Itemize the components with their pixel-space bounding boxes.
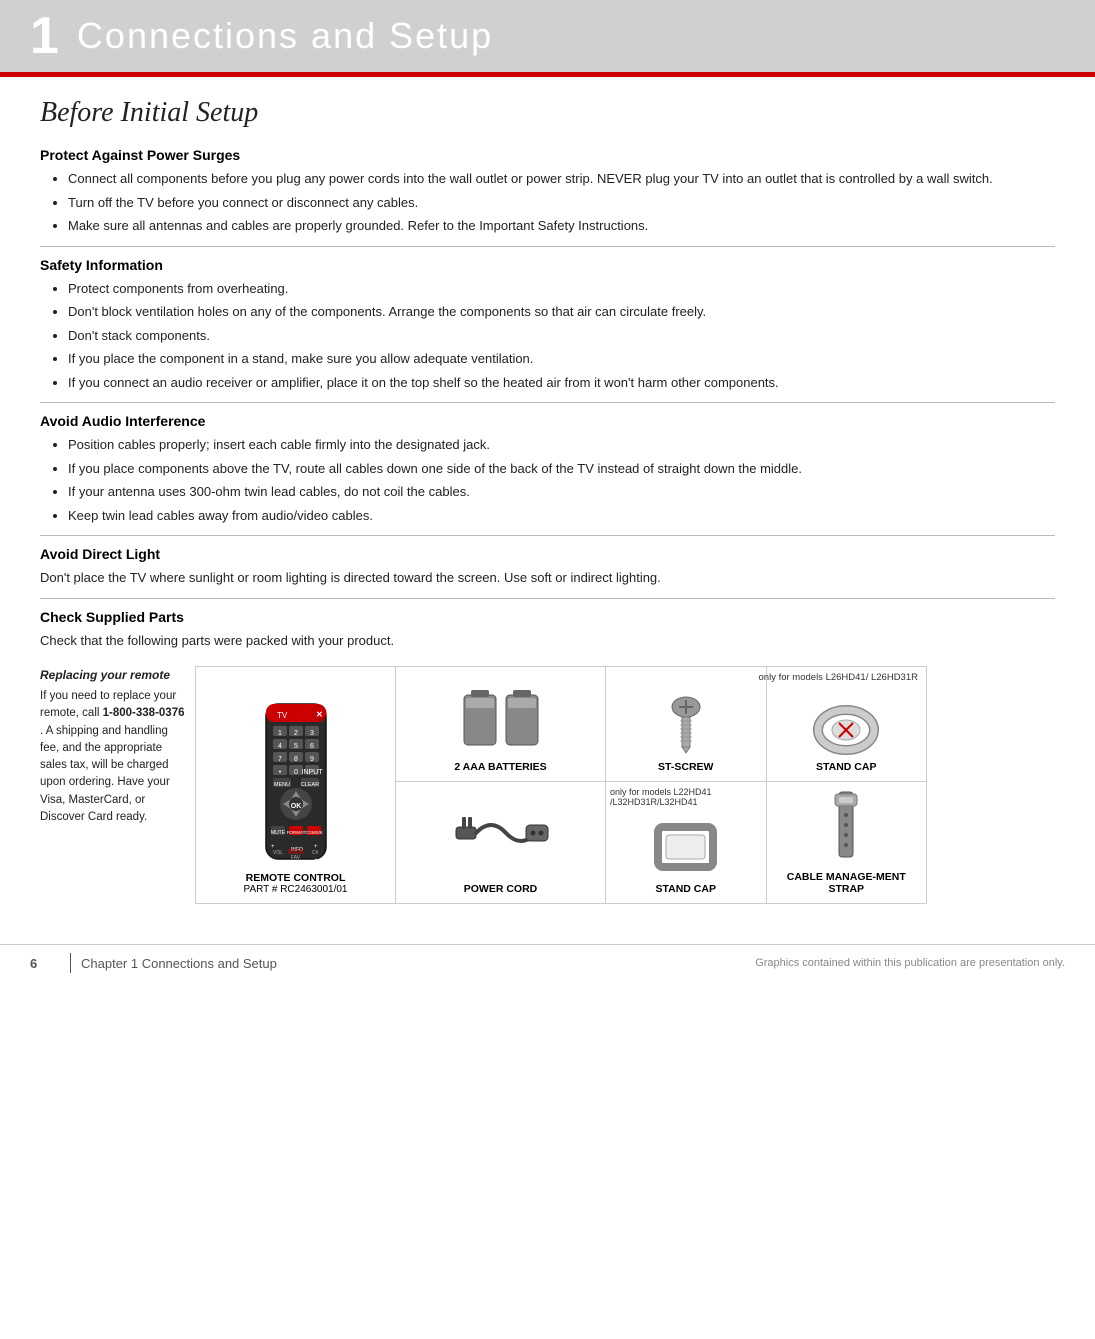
- part-row1-right: only for models L26HD41/ L26HD31R: [606, 667, 926, 782]
- svg-text:6: 6: [310, 743, 314, 750]
- svg-text:OK: OK: [290, 803, 301, 810]
- footer-page-number: 6: [30, 956, 60, 971]
- svg-text:✕: ✕: [316, 710, 323, 719]
- remote-image: TV ✕ 1 2 3 4 5 6: [241, 696, 351, 866]
- svg-text:4: 4: [278, 743, 282, 750]
- cablestrap-label: CABLE MANAGE-MENT STRAP: [773, 871, 921, 895]
- svg-text:1: 1: [278, 730, 282, 737]
- screw-image: [661, 695, 711, 755]
- part-standcap-bottom: only for models L22HD41 /L32HD31R/L32HD4…: [606, 782, 767, 903]
- remote-label: REMOTE CONTROL: [246, 872, 346, 884]
- page-footer: 6 Chapter 1 Connections and Setup Graphi…: [0, 944, 1095, 981]
- protect-list: Connect all components before you plug a…: [68, 169, 1055, 236]
- main-content: Before Initial Setup Protect Against Pow…: [0, 77, 1095, 924]
- svg-text:3: 3: [310, 730, 314, 737]
- audio-item-3: If your antenna uses 300-ohm twin lead c…: [68, 482, 1055, 502]
- part-standcap-top: STAND CAP: [767, 667, 927, 781]
- svg-text:CGMS/K: CGMS/K: [305, 830, 323, 835]
- standcap-bottom-image: [653, 812, 718, 877]
- part-remote: TV ✕ 1 2 3 4 5 6: [196, 667, 396, 903]
- chapter-header: 1 Connections and Setup: [0, 0, 1095, 72]
- part-batteries: 2 AAA BATTERIES: [396, 667, 606, 782]
- svg-text:MUTE: MUTE: [270, 830, 285, 836]
- parts-intro-text: Check that the following parts were pack…: [40, 631, 1055, 651]
- audio-item-2: If you place components above the TV, ro…: [68, 459, 1055, 479]
- protect-item-3: Make sure all antennas and cables are pr…: [68, 216, 1055, 236]
- sidebar-title: Replacing your remote: [40, 666, 185, 684]
- safety-item-5: If you connect an audio receiver or ampl…: [68, 373, 1055, 393]
- divider-3: [40, 535, 1055, 536]
- chapter-title: Connections and Setup: [77, 15, 493, 57]
- safety-item-1: Protect components from overheating.: [68, 279, 1055, 299]
- powercord-image: [451, 797, 551, 877]
- svg-text:CLEAR: CLEAR: [300, 782, 318, 788]
- safety-list: Protect components from overheating. Don…: [68, 279, 1055, 393]
- protect-item-2: Turn off the TV before you connect or di…: [68, 193, 1055, 213]
- sidebar-phone: 1-800-338-0376: [103, 707, 185, 719]
- svg-text:−: −: [314, 857, 318, 863]
- standcap-bottom-label: STAND CAP: [656, 883, 716, 895]
- sidebar-suffix: . A shipping and handling fee, and the a…: [40, 725, 170, 823]
- footer-note: Graphics contained within this publicati…: [755, 957, 1065, 969]
- divider-1: [40, 246, 1055, 247]
- safety-item-4: If you place the component in a stand, m…: [68, 349, 1055, 369]
- standcap-top-label: STAND CAP: [816, 761, 876, 773]
- parts-cells: TV ✕ 1 2 3 4 5 6: [195, 666, 927, 904]
- section-heading-safety: Safety Information: [40, 257, 1055, 273]
- section-italic-title: Before Initial Setup: [40, 97, 1055, 129]
- chapter-number: 1: [30, 10, 59, 62]
- divider-2: [40, 402, 1055, 403]
- svg-text:8: 8: [294, 756, 298, 763]
- screw-note: only for models L26HD41/ L26HD31R: [614, 672, 918, 683]
- cablestrap-image: [821, 790, 871, 865]
- svg-text:TV: TV: [277, 711, 288, 720]
- parts-grid: Replacing your remote If you need to rep…: [40, 666, 1055, 904]
- svg-text:Ch: Ch: [312, 850, 319, 856]
- svg-text:VOL: VOL: [273, 850, 283, 856]
- svg-text:9: 9: [310, 756, 314, 763]
- svg-text:RCA: RCA: [288, 849, 303, 856]
- footer-chapter-label: Chapter 1 Connections and Setup: [81, 956, 755, 971]
- section-heading-audio: Avoid Audio Interference: [40, 413, 1055, 429]
- standcap-top-image: [811, 695, 881, 755]
- sidebar-note: Replacing your remote If you need to rep…: [40, 666, 195, 826]
- avoid-light-text: Don't place the TV where sunlight or roo…: [40, 568, 1055, 588]
- divider-4: [40, 598, 1055, 599]
- powercord-label: POWER CORD: [464, 883, 538, 895]
- svg-text:FORMAT: FORMAT: [286, 830, 305, 835]
- section-heading-parts: Check Supplied Parts: [40, 609, 1055, 625]
- part-row2-right: only for models L22HD41 /L32HD31R/L32HD4…: [606, 782, 926, 903]
- svg-text:7: 7: [278, 756, 282, 763]
- part-cablestrap: CABLE MANAGE-MENT STRAP: [767, 782, 927, 903]
- svg-text:2: 2: [294, 730, 298, 737]
- protect-item-1: Connect all components before you plug a…: [68, 169, 1055, 189]
- standcap-bottom-note: only for models L22HD41 /L32HD31R/L32HD4…: [610, 787, 762, 807]
- audio-list: Position cables properly; insert each ca…: [68, 435, 1055, 525]
- safety-item-2: Don't block ventilation holes on any of …: [68, 302, 1055, 322]
- section-heading-light: Avoid Direct Light: [40, 546, 1055, 562]
- svg-text:MENU: MENU: [273, 782, 289, 788]
- screw-label: ST-SCREW: [658, 761, 713, 773]
- safety-item-3: Don't stack components.: [68, 326, 1055, 346]
- svg-text:−: −: [271, 857, 275, 863]
- svg-text:INPUT: INPUT: [301, 769, 323, 776]
- svg-text:5: 5: [294, 743, 298, 750]
- remote-sublabel: PART # RC2463001/01: [244, 884, 348, 895]
- audio-item-1: Position cables properly; insert each ca…: [68, 435, 1055, 455]
- batteries-label: 2 AAA BATTERIES: [454, 761, 546, 773]
- part-screw: ST-SCREW: [606, 667, 767, 781]
- batteries-image: [456, 680, 546, 755]
- section-heading-protect: Protect Against Power Surges: [40, 147, 1055, 163]
- footer-divider: [70, 953, 71, 973]
- svg-text:0: 0: [294, 769, 298, 776]
- part-powercord: POWER CORD: [396, 782, 606, 903]
- audio-item-4: Keep twin lead cables away from audio/vi…: [68, 506, 1055, 526]
